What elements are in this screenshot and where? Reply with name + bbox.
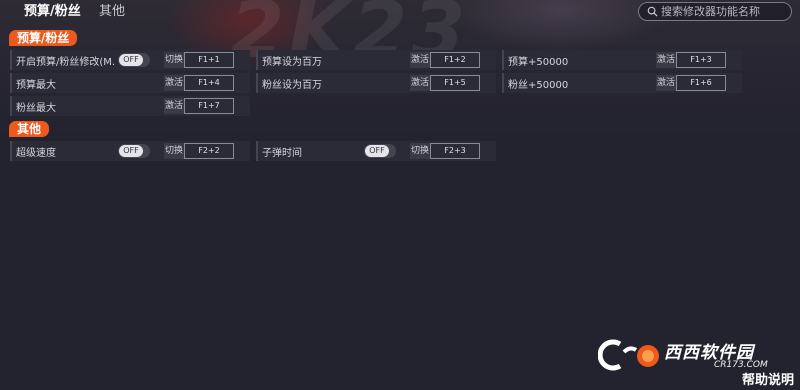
toggle-action-button[interactable]: 切换 [164, 143, 184, 159]
hotkey-box[interactable]: F1+6 [676, 75, 726, 91]
help-link[interactable]: 帮助说明 [742, 369, 794, 388]
tab-other[interactable]: 其他 [99, 3, 125, 21]
activate-button[interactable]: 激活 [410, 52, 430, 68]
cheat-row: 超级速度 OFF 切换 F2+2 [10, 141, 250, 161]
cheat-row: 子弹时间 OFF 切换 F2+3 [256, 141, 496, 161]
hotkey-box[interactable]: F1+3 [676, 52, 726, 68]
cheat-label: 超级速度 [16, 148, 56, 159]
activate-button[interactable]: 激活 [164, 98, 184, 114]
hotkey-box[interactable]: F2+2 [184, 143, 234, 159]
activate-button[interactable]: 激活 [164, 75, 184, 91]
activate-button[interactable]: 激活 [656, 52, 676, 68]
watermark: 西西软件园 CR173.COM [598, 338, 794, 372]
search-input[interactable] [661, 3, 787, 20]
toggle-state: OFF [119, 54, 143, 66]
cheat-row: 预算+50000 激活 F1+3 [502, 50, 742, 70]
hotkey-box[interactable]: F1+7 [184, 98, 234, 114]
hotkey-box[interactable]: F1+4 [184, 75, 234, 91]
cheat-row: 粉丝+50000 激活 F1+6 [502, 73, 742, 93]
cheat-row: 预算设为百万 激活 F1+2 [256, 50, 496, 70]
cheat-row: 粉丝设为百万 激活 F1+5 [256, 73, 496, 93]
cheat-label: 预算最大 [16, 80, 56, 91]
hotkey-box[interactable]: F1+2 [430, 52, 480, 68]
toggle-switch[interactable]: OFF [364, 144, 396, 158]
cheat-row: 预算最大 激活 F1+4 [10, 73, 250, 93]
cheat-label: 预算+50000 [508, 57, 569, 68]
hotkey-box[interactable]: F1+1 [184, 52, 234, 68]
toggle-state: OFF [119, 145, 143, 157]
cheat-row: 开启预算/粉丝修改(M... OFF 切换 F1+1 [10, 50, 250, 70]
cheat-label: 粉丝设为百万 [262, 80, 322, 91]
cheat-row: 粉丝最大 激活 F1+7 [10, 96, 250, 116]
toggle-action-button[interactable]: 切换 [410, 143, 430, 159]
toggle-switch[interactable]: OFF [118, 144, 150, 158]
search-box[interactable] [638, 2, 792, 21]
watermark-logo-icon [598, 339, 659, 371]
cheat-label: 粉丝+50000 [508, 80, 569, 91]
section-title-budget-fans: 预算/粉丝 [9, 30, 78, 46]
cheat-label: 预算设为百万 [262, 57, 322, 68]
toggle-state: OFF [365, 145, 389, 157]
cheat-label: 开启预算/粉丝修改(M... [16, 57, 116, 68]
cheat-label: 子弹时间 [262, 148, 302, 159]
hotkey-box[interactable]: F2+3 [430, 143, 480, 159]
tab-budget-fans[interactable]: 预算/粉丝 [24, 3, 81, 21]
top-tab-bar: 预算/粉丝 其他 [0, 0, 800, 24]
search-icon [647, 6, 658, 17]
toggle-action-button[interactable]: 切换 [164, 52, 184, 68]
activate-button[interactable]: 激活 [656, 75, 676, 91]
hotkey-box[interactable]: F1+5 [430, 75, 480, 91]
cheat-label: 粉丝最大 [16, 103, 56, 114]
activate-button[interactable]: 激活 [410, 75, 430, 91]
toggle-switch[interactable]: OFF [118, 53, 150, 67]
section-title-other: 其他 [9, 121, 50, 137]
